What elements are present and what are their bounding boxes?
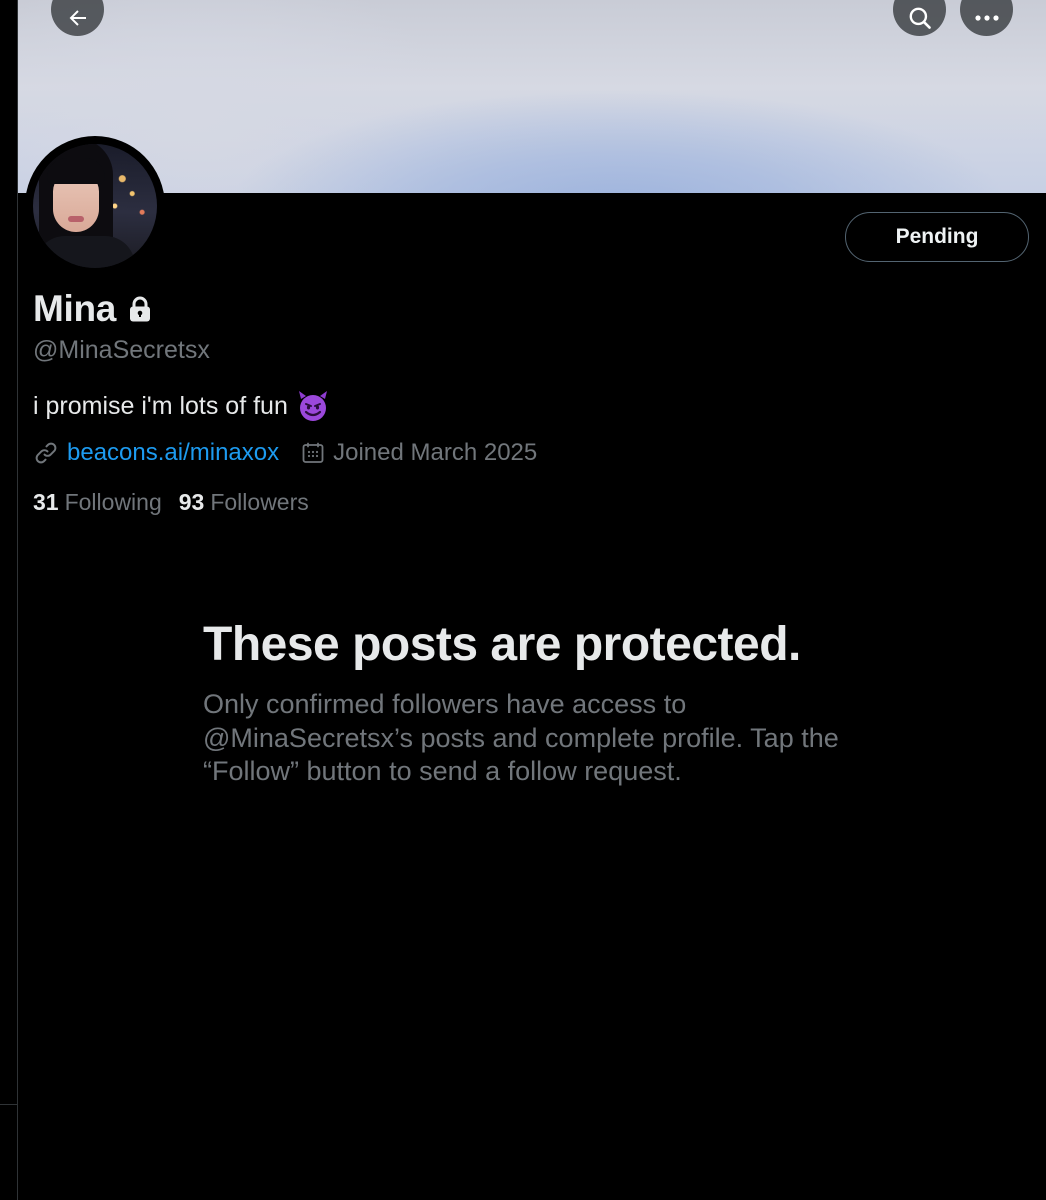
bio-text: i promise i'm lots of fun <box>33 391 288 420</box>
calendar-icon <box>301 441 325 465</box>
followers-label: Followers <box>210 488 309 515</box>
following-stat[interactable]: 31 Following <box>33 489 162 516</box>
smiling-devil-emoji-icon <box>296 390 330 422</box>
followers-stat[interactable]: 93 Followers <box>179 489 309 516</box>
lock-icon <box>128 296 152 322</box>
display-name-row: Mina <box>33 287 152 331</box>
protected-posts-title: These posts are protected. <box>203 618 801 671</box>
following-count: 31 <box>33 488 59 515</box>
profile-meta-row: beacons.ai/minaxox Joined March 2025 <box>33 437 537 469</box>
joined-date: Joined March 2025 <box>333 439 538 466</box>
search-icon <box>907 5 933 31</box>
pending-button-label: Pending <box>895 225 979 248</box>
protected-posts-description: Only confirmed followers have access to … <box>203 689 839 786</box>
follow-stats: 31 Following 93 Followers <box>33 486 309 518</box>
left-rail <box>0 0 18 1200</box>
left-rail-divider <box>0 1104 17 1105</box>
following-label: Following <box>64 488 162 515</box>
avatar[interactable] <box>33 144 157 268</box>
pending-button[interactable]: Pending <box>845 212 1029 262</box>
profile-handle: @MinaSecretsx <box>33 336 210 364</box>
profile-bio: i promise i'm lots of fun <box>33 390 330 422</box>
profile-banner[interactable] <box>18 0 1046 193</box>
followers-count: 93 <box>178 488 205 515</box>
display-name: Mina <box>33 288 117 329</box>
more-horizontal-icon <box>974 13 1000 23</box>
arrow-left-icon <box>66 6 90 30</box>
profile-website-link[interactable]: beacons.ai/minaxox <box>67 439 279 467</box>
link-icon <box>33 440 59 466</box>
